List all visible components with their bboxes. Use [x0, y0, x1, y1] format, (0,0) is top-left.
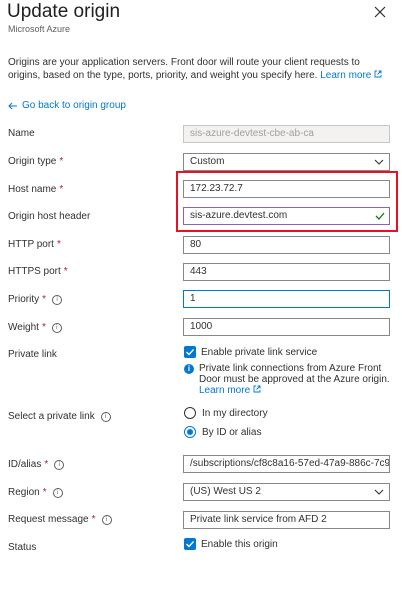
external-link-icon — [253, 385, 261, 393]
learn-more-link[interactable]: Learn more — [320, 70, 382, 81]
arrow-left-icon — [8, 102, 17, 109]
host-name-label: Host name * — [8, 184, 64, 195]
host-name-input[interactable]: 172.23.72.7 — [183, 180, 390, 198]
region-select[interactable]: (US) West US 2 — [183, 483, 390, 501]
http-port-label: HTTP port * — [8, 239, 61, 250]
enable-private-link-checkbox[interactable] — [184, 346, 196, 358]
weight-input[interactable]: 1000 — [183, 318, 390, 336]
enable-private-link-label: Enable private link service — [201, 347, 318, 358]
info-icon[interactable]: i — [52, 294, 63, 305]
weight-label: Weight * i — [8, 322, 62, 333]
private-link-info: i Private link connections from Azure Fr… — [184, 363, 394, 396]
chevron-down-icon — [374, 489, 384, 495]
id-alias-input[interactable]: /subscriptions/cf8c8a16-57ed-47a9-886c-7… — [183, 455, 390, 473]
info-icon[interactable]: i — [100, 411, 111, 422]
panel-title: Update origin — [7, 1, 121, 22]
close-icon[interactable] — [374, 6, 386, 18]
origin-host-header-label: Origin host header — [8, 211, 91, 222]
info-icon[interactable]: i — [51, 322, 62, 333]
https-port-label: HTTPS port * — [8, 266, 68, 277]
info-icon[interactable]: i — [54, 459, 65, 470]
priority-input[interactable]: 1 — [183, 290, 390, 308]
radio-in-my-directory[interactable] — [184, 407, 196, 419]
enable-origin-label: Enable this origin — [201, 539, 278, 550]
panel-subtitle: Microsoft Azure — [8, 24, 71, 34]
radio-in-my-directory-label: In my directory — [202, 408, 268, 419]
priority-label: Priority * i — [8, 294, 63, 305]
radio-by-id-or-alias[interactable] — [184, 426, 196, 438]
http-port-input[interactable]: 80 — [183, 236, 390, 254]
checkmark-icon — [375, 212, 385, 220]
status-label: Status — [8, 542, 37, 553]
chevron-down-icon — [374, 159, 384, 165]
origin-type-select[interactable]: Custom — [183, 153, 390, 171]
region-label: Region * i — [8, 487, 63, 498]
private-link-learn-more[interactable]: Learn more — [199, 385, 261, 396]
radio-by-id-or-alias-label: By ID or alias — [202, 427, 262, 438]
origin-host-header-input[interactable]: sis-azure.devtest.com — [183, 207, 390, 225]
name-label: Name — [8, 128, 35, 139]
id-alias-label: ID/alias * i — [8, 459, 65, 470]
private-link-label: Private link — [8, 349, 57, 360]
name-field: sis-azure-devtest-cbe-ab-ca — [183, 125, 390, 143]
request-message-label: Request message * i — [8, 514, 112, 525]
select-private-link-label: Select a private link i — [8, 411, 111, 422]
origin-type-label: Origin type * — [8, 156, 64, 167]
checkmark-icon — [186, 349, 195, 356]
back-to-origin-group-link[interactable]: Go back to origin group — [8, 100, 126, 111]
external-link-icon — [374, 70, 382, 78]
info-icon[interactable]: i — [101, 514, 112, 525]
info-filled-icon: i — [184, 364, 194, 374]
request-message-input[interactable]: Private link service from AFD 2 — [183, 511, 390, 529]
description-text: Origins are your application servers. Fr… — [8, 57, 360, 81]
https-port-input[interactable]: 443 — [183, 263, 390, 281]
description: Origins are your application servers. Fr… — [8, 56, 394, 82]
enable-origin-checkbox[interactable] — [184, 538, 196, 550]
checkmark-icon — [186, 541, 195, 548]
info-icon[interactable]: i — [52, 487, 63, 498]
